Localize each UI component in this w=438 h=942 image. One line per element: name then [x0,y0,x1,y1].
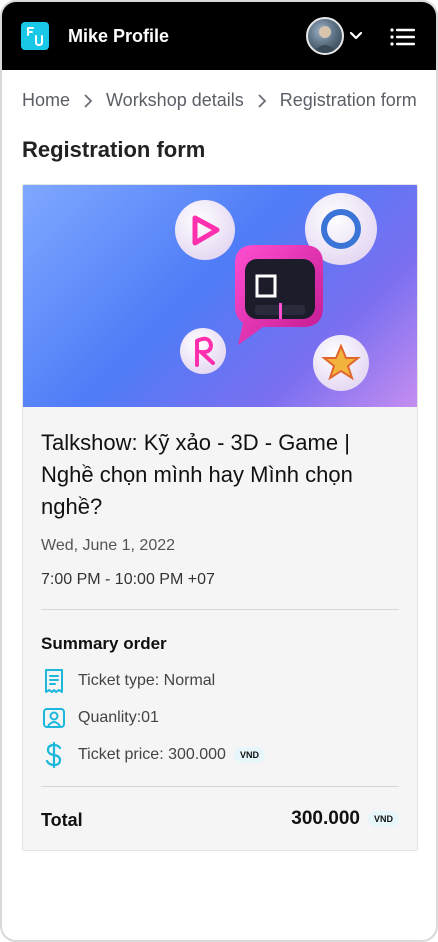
ticket-type: Ticket type: Normal [78,672,216,689]
breadcrumb-workshop-details[interactable]: Workshop details [106,90,244,111]
avatar[interactable] [306,17,344,55]
breadcrumb: Home Workshop details Registration form [22,90,417,111]
event-time: 7:00 PM - 10:00 PM +07 [41,571,215,588]
divider [41,786,399,787]
quantity-row: Quanlity:01 [41,705,159,731]
divider [41,609,399,610]
menu-icon[interactable] [390,28,416,51]
event-banner-image [23,185,417,407]
ticket-type-row: Ticket type: Normal [41,668,215,694]
chevron-down-icon[interactable] [348,28,364,49]
app-title: Mike Profile [68,26,170,46]
breadcrumb-home[interactable]: Home [22,90,70,111]
top-bar: Mike Profile [2,2,436,70]
chevron-right-icon [82,93,94,109]
breadcrumb-registration-form: Registration form [279,90,417,110]
fu-logo-icon[interactable] [21,22,49,50]
event-card: Talkshow: Kỹ xảo - 3D - Game | Nghề chọn… [22,184,418,851]
phone-frame: Mike Profile Home Workshop details Regis… [0,0,438,942]
total-label: Total [41,810,83,830]
total-value: 300.000 [291,808,360,829]
page-title: Registration form [22,137,206,162]
quantity: Quanlity:01 [78,709,159,726]
event-date: Wed, June 1, 2022 [41,537,176,554]
event-title: Talkshow: Kỹ xảo - 3D - Game | Nghề chọn… [41,430,353,519]
chevron-right-icon [256,93,268,109]
ticket-price: Ticket price: 300.000 [78,746,226,763]
ticket-price-row: Ticket price: 300.000 VND [41,742,265,768]
dollar-icon [41,742,67,768]
currency-badge: VND [367,811,399,827]
user-badge-icon [41,705,67,731]
receipt-icon [41,668,67,694]
total-amount: 300.000 VND [291,808,399,830]
summary-title: Summary order [41,634,167,653]
currency-badge: VND [233,747,265,763]
